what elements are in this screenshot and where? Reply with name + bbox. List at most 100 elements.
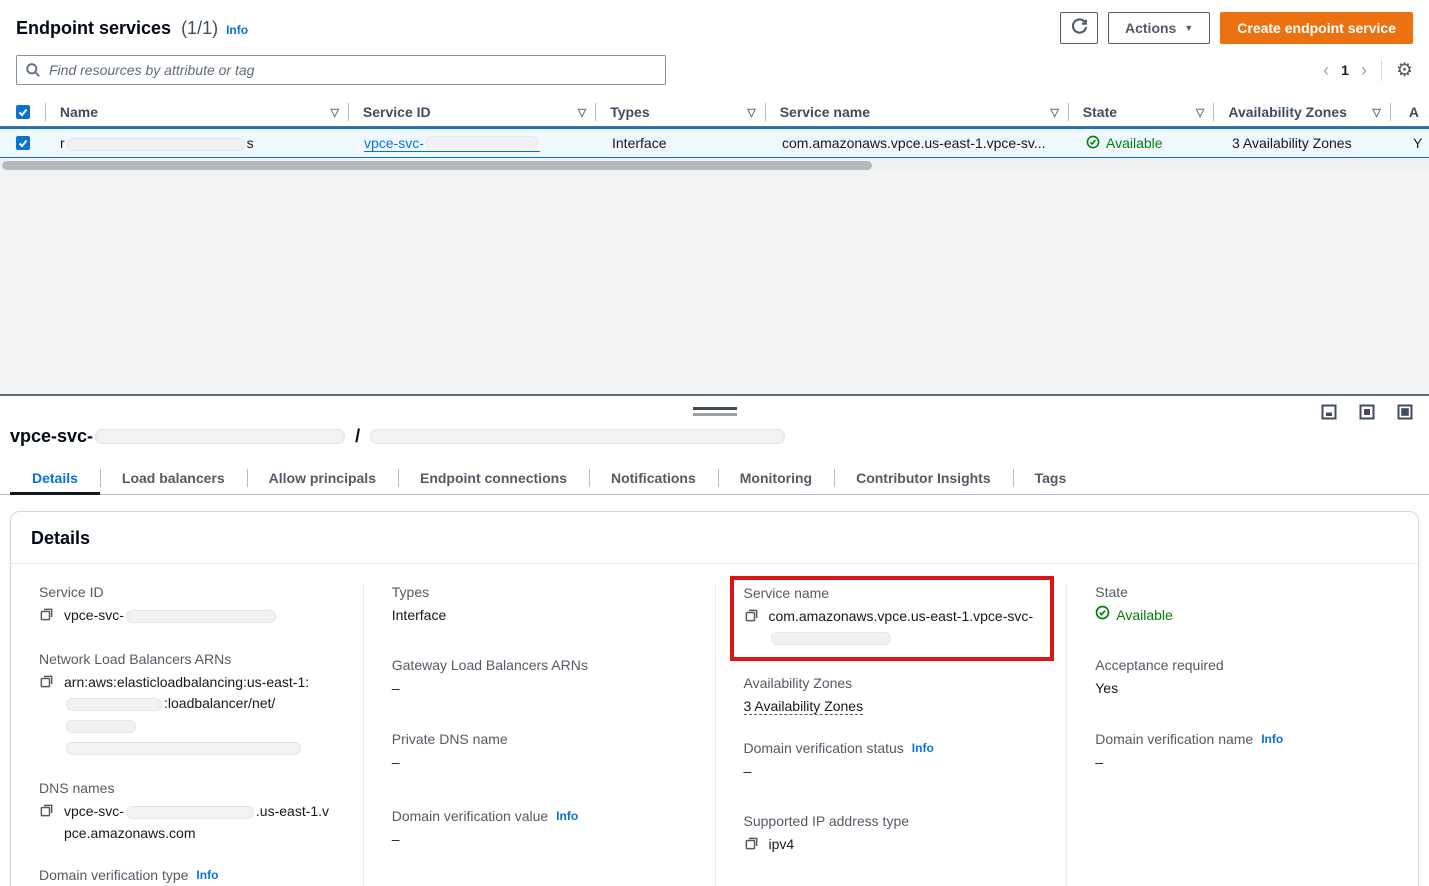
details-card: Details Service ID vpce-svc- Network Loa…	[10, 511, 1419, 886]
split-panel-title: vpce-svc- /	[10, 426, 1413, 447]
field-service-id: Service ID vpce-svc-	[39, 584, 335, 629]
redaction	[126, 806, 254, 819]
panel-maximize-button[interactable]	[1395, 402, 1415, 425]
tab-tags[interactable]: Tags	[1013, 462, 1089, 494]
info-link[interactable]: Info	[556, 809, 578, 823]
tab-endpoint-connections[interactable]: Endpoint connections	[398, 462, 589, 494]
sort-icon[interactable]: ▽	[1372, 106, 1380, 119]
detail-tabs: Details Load balancers Allow principals …	[0, 462, 1429, 495]
table-toolbar: ‹ 1 › ⚙	[16, 55, 1413, 85]
header-info-link[interactable]: Info	[226, 23, 248, 37]
availability-zones-popover[interactable]: 3 Availability Zones	[744, 698, 864, 715]
details-column-4: State Available Acceptance required Yes	[1066, 584, 1418, 886]
cell-partial: Y	[1395, 135, 1429, 151]
column-header-service-name[interactable]: Service name▽	[766, 98, 1069, 126]
field-state: State Available	[1095, 584, 1390, 627]
tab-details[interactable]: Details	[10, 462, 100, 494]
field-acceptance-required: Acceptance required Yes	[1095, 657, 1390, 700]
sort-icon[interactable]: ▽	[1196, 106, 1204, 119]
search-box	[16, 55, 666, 85]
actions-button[interactable]: Actions ▼	[1108, 12, 1210, 44]
sort-icon[interactable]: ▽	[747, 106, 755, 119]
table-header-row: Name▽ Service ID▽ Types▽ Service name▽ S…	[0, 98, 1429, 127]
details-card-title: Details	[11, 512, 1418, 564]
copy-icon[interactable]	[39, 607, 54, 629]
tab-contributor-insights[interactable]: Contributor Insights	[834, 462, 1013, 494]
sort-icon[interactable]: ▽	[330, 106, 338, 119]
cell-types: Interface	[598, 135, 768, 151]
panel-position-bottom-button[interactable]	[1319, 402, 1339, 425]
column-header-state[interactable]: State▽	[1069, 98, 1215, 126]
table-row[interactable]: rs vpce-svc- Interface com.amazonaws.vpc…	[0, 127, 1429, 159]
panel-bottom-icon	[1321, 408, 1337, 423]
select-all-checkbox[interactable]	[0, 98, 46, 126]
toolbar-divider	[1381, 59, 1382, 81]
copy-icon[interactable]	[744, 836, 759, 858]
column-header-partial: A	[1391, 98, 1429, 126]
details-column-1: Service ID vpce-svc- Network Load Balanc…	[11, 584, 363, 886]
panel-side-icon	[1359, 408, 1375, 423]
next-page-button[interactable]: ›	[1361, 61, 1367, 79]
field-gwlb-arns: Gateway Load Balancers ARNs –	[392, 657, 687, 700]
cell-service-id: vpce-svc-	[350, 135, 598, 152]
split-panel: vpce-svc- / Details Load balancers Allow…	[0, 394, 1429, 886]
panel-full-icon	[1397, 408, 1413, 423]
redaction	[67, 138, 245, 151]
copy-icon[interactable]	[744, 608, 759, 630]
field-supported-ip: Supported IP address type ipv4	[744, 813, 1039, 858]
field-service-name: Service name com.amazonaws.vpce.us-east-…	[744, 585, 1039, 649]
resource-count: (1/1)	[181, 18, 218, 39]
sort-icon[interactable]: ▽	[1050, 106, 1058, 119]
redaction	[66, 698, 162, 711]
copy-icon[interactable]	[39, 803, 54, 825]
page-header: Endpoint services (1/1) Info Actions ▼ C…	[16, 12, 1413, 44]
scrollbar-thumb[interactable]	[2, 161, 872, 170]
tab-monitoring[interactable]: Monitoring	[718, 462, 834, 494]
column-header-types[interactable]: Types▽	[596, 98, 766, 126]
cell-state: Available	[1072, 135, 1218, 152]
search-input[interactable]	[16, 55, 666, 85]
info-link[interactable]: Info	[196, 868, 218, 882]
availability-zones-popover[interactable]: 3 Availability Zones	[1232, 135, 1352, 151]
redaction	[370, 429, 785, 444]
info-link[interactable]: Info	[912, 741, 934, 755]
chevron-down-icon: ▼	[1184, 24, 1193, 33]
refresh-button[interactable]	[1060, 12, 1098, 44]
redaction	[66, 720, 136, 733]
checkbox-checked-icon	[16, 136, 30, 150]
redaction	[95, 429, 345, 444]
cell-name: rs	[46, 135, 350, 151]
copy-icon[interactable]	[39, 674, 54, 696]
sort-icon[interactable]: ▽	[578, 106, 586, 119]
column-header-availability-zones[interactable]: Availability Zones▽	[1214, 98, 1391, 126]
column-header-name[interactable]: Name▽	[46, 98, 349, 126]
field-domain-verification-value: Domain verification valueInfo –	[392, 808, 687, 851]
split-panel-drag-handle[interactable]	[693, 407, 737, 416]
column-header-service-id[interactable]: Service ID▽	[349, 98, 596, 126]
preferences-gear-icon[interactable]: ⚙	[1396, 61, 1413, 80]
redaction	[771, 632, 891, 645]
tab-notifications[interactable]: Notifications	[589, 462, 718, 494]
tab-allow-principals[interactable]: Allow principals	[247, 462, 398, 494]
field-domain-verification-status: Domain verification statusInfo –	[744, 740, 1039, 783]
pagination: ‹ 1 › ⚙	[1323, 59, 1413, 81]
field-availability-zones: Availability Zones 3 Availability Zones	[744, 675, 1039, 718]
horizontal-scrollbar[interactable]	[0, 161, 1429, 170]
field-nlb-arns: Network Load Balancers ARNs arn:aws:elas…	[39, 651, 335, 759]
tab-load-balancers[interactable]: Load balancers	[100, 462, 247, 494]
create-endpoint-service-button[interactable]: Create endpoint service	[1220, 12, 1413, 44]
field-types: Types Interface	[392, 584, 687, 627]
prev-page-button[interactable]: ‹	[1323, 61, 1329, 79]
panel-position-side-button[interactable]	[1357, 402, 1377, 425]
service-id-link[interactable]: vpce-svc-	[364, 135, 540, 152]
field-dns-names: DNS names vpce-svc-.us-east-1.vpce.amazo…	[39, 780, 335, 844]
refresh-icon	[1071, 18, 1088, 38]
info-link[interactable]: Info	[1261, 732, 1283, 746]
details-column-2: Types Interface Gateway Load Balancers A…	[363, 584, 715, 886]
page-number[interactable]: 1	[1341, 62, 1349, 78]
row-checkbox[interactable]	[0, 136, 46, 150]
cell-availability-zones: 3 Availability Zones	[1218, 135, 1395, 151]
details-column-3: Service name com.amazonaws.vpce.us-east-…	[715, 584, 1067, 886]
split-panel-controls	[1319, 402, 1415, 425]
redaction	[126, 610, 276, 623]
